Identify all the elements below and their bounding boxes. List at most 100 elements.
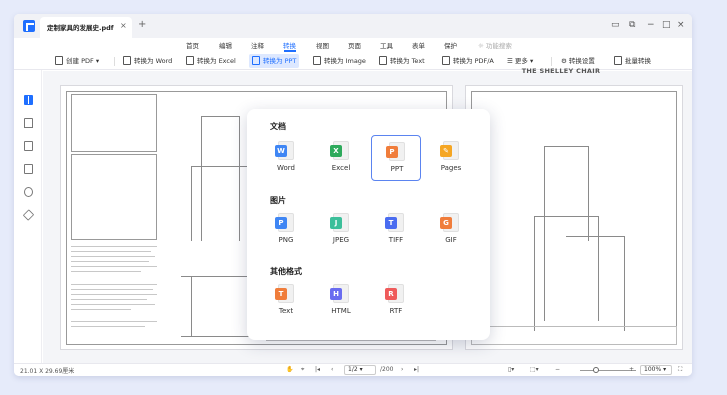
format-option-html[interactable]: H HTML [316,278,366,324]
more-button[interactable]: ☰ 更多 ▾ [504,54,536,68]
prev-page-icon[interactable]: ‹ [331,366,333,373]
menu-annotate[interactable]: 注释 [251,40,264,50]
zoom-slider[interactable] [580,370,636,371]
menu-home[interactable]: 首页 [186,40,199,50]
feature-search[interactable]: ☼ 功能搜索 [478,40,512,50]
batch-convert-button[interactable]: 批量转换 [611,54,654,68]
menu-view[interactable]: 视图 [316,40,329,50]
zoom-select[interactable]: 100% ▾ [640,365,672,375]
page-layout-icon[interactable]: ▯▾ [508,366,514,373]
gif-badge: G [440,217,452,229]
format-label-png: PNG [278,236,294,244]
pages-file-icon: ✎ [440,141,459,160]
excel-badge: X [330,145,342,157]
tab-close-icon[interactable]: × [120,21,127,30]
ppt-badge: P [386,146,398,158]
select-tool-icon[interactable]: ⌖ [301,366,304,374]
text-file-icon: T [275,284,294,303]
format-option-text[interactable]: T Text [261,278,311,324]
format-option-rtf[interactable]: R RTF [371,278,421,324]
create-pdf-button[interactable]: 创建 PDF ▾ [52,54,102,68]
menu-edit[interactable]: 编辑 [219,40,232,50]
layout-icon[interactable]: ⧉ [629,19,635,31]
gif-file-icon: G [440,213,459,232]
format-option-excel[interactable]: X Excel [316,135,366,181]
close-window-icon[interactable]: × [677,19,685,31]
left-sidebar [14,70,42,364]
ppt-file-icon: P [386,142,405,161]
gear-icon: ⚙ [561,57,569,65]
layers-icon[interactable] [22,209,35,221]
comment-icon[interactable] [24,141,33,151]
drawing-detail-chair [71,154,157,240]
attachment-icon[interactable] [24,164,33,174]
convert-settings-label: 转换设置 [568,57,595,65]
zoom-in-icon[interactable]: + [629,366,634,373]
to-pdfa-label: 转换为 PDF/A [453,57,494,65]
convert-format-popup: 文档 图片 其他格式 W Word X Excel P PPT ✎ Pages P PNG J JPE… [247,109,490,340]
format-label-pages: Pages [440,164,462,172]
section-title-other: 其他格式 [270,267,302,276]
page-number-input[interactable]: 1/2 ▾ [344,365,376,375]
menu-tools[interactable]: 工具 [380,40,393,50]
convert-settings-button[interactable]: ⚙ 转换设置 [558,54,598,68]
zoom-out-icon[interactable]: − [555,366,560,373]
format-label-jpeg: JPEG [332,236,350,244]
add-tab-icon[interactable]: + [138,19,146,30]
format-option-tiff[interactable]: T TIFF [371,207,421,253]
pages-badge: ✎ [440,145,452,157]
document-tab[interactable]: 定制家具的发展史.pdf × [40,17,132,38]
zoom-value: 100% [644,366,662,373]
format-option-gif[interactable]: G GIF [426,207,476,253]
jpeg-badge: J [330,217,342,229]
format-label-tiff: TIFF [388,236,404,244]
format-label-text: Text [278,307,294,315]
status-bar: 21.01 X 29.69厘米 ✋ ⌖ |◂ ‹ 1/2 ▾ /200 › ▸|… [14,363,692,376]
chevron-down-icon: ▾ [95,57,100,65]
to-excel-button[interactable]: 转换为 Excel [183,54,239,68]
minimize-icon[interactable]: − [647,19,655,31]
fullscreen-icon[interactable]: ⛶ [678,366,682,374]
format-label-rtf: RTF [389,307,403,315]
first-page-icon[interactable]: |◂ [315,366,320,373]
to-text-button[interactable]: 转换为 Text [376,54,428,68]
zoom-slider-handle[interactable] [593,367,599,373]
format-option-word[interactable]: W Word [261,135,311,181]
title-bar: 定制家具的发展史.pdf × + ▭ ⧉ − □ × [14,14,692,38]
thumbnails-icon[interactable] [24,95,33,105]
create-pdf-icon [55,56,63,65]
to-excel-label: 转换为 Excel [197,57,236,65]
format-option-ppt[interactable]: P PPT [371,135,421,181]
menu-page[interactable]: 页面 [348,40,361,50]
lightbulb-icon: ☼ [478,42,486,50]
to-text-label: 转换为 Text [390,57,425,65]
next-page-icon[interactable]: › [401,366,403,373]
text-badge: T [275,288,287,300]
menu-protect[interactable]: 保护 [444,40,457,50]
app-logo-icon [23,20,35,32]
fit-width-icon[interactable]: ⬚▾ [530,366,539,373]
last-page-icon[interactable]: ▸| [414,366,419,373]
search-icon[interactable] [24,187,33,197]
format-option-jpeg[interactable]: J JPEG [316,207,366,253]
png-file-icon: P [275,213,294,232]
format-label-excel: Excel [331,164,351,172]
bookmark-icon[interactable] [24,118,33,128]
to-pdfa-button[interactable]: 转换为 PDF/A [439,54,497,68]
to-ppt-label: 转换为 PPT [263,57,297,65]
rtf-badge: R [385,288,397,300]
to-image-button[interactable]: 转换为 Image [310,54,369,68]
to-ppt-button[interactable]: 转换为 PPT [249,54,300,68]
page-number-value: 1/2 [348,366,358,373]
format-option-png[interactable]: P PNG [261,207,311,253]
document-tab-title: 定制家具的发展史.pdf [47,24,114,32]
right-page-title: THE SHELLEY CHAIR [521,67,601,75]
message-icon[interactable]: ▭ [611,19,620,31]
menu-bar: 首页 编辑 注释 转换 视图 页面 工具 表单 保护 ☼ 功能搜索 [14,38,692,52]
to-word-button[interactable]: 转换为 Word [120,54,175,68]
maximize-icon[interactable]: □ [662,19,671,31]
hand-tool-icon[interactable]: ✋ [286,366,293,373]
menu-forms[interactable]: 表单 [412,40,425,50]
format-option-pages[interactable]: ✎ Pages [426,135,476,181]
menu-convert[interactable]: 转换 [283,40,296,50]
